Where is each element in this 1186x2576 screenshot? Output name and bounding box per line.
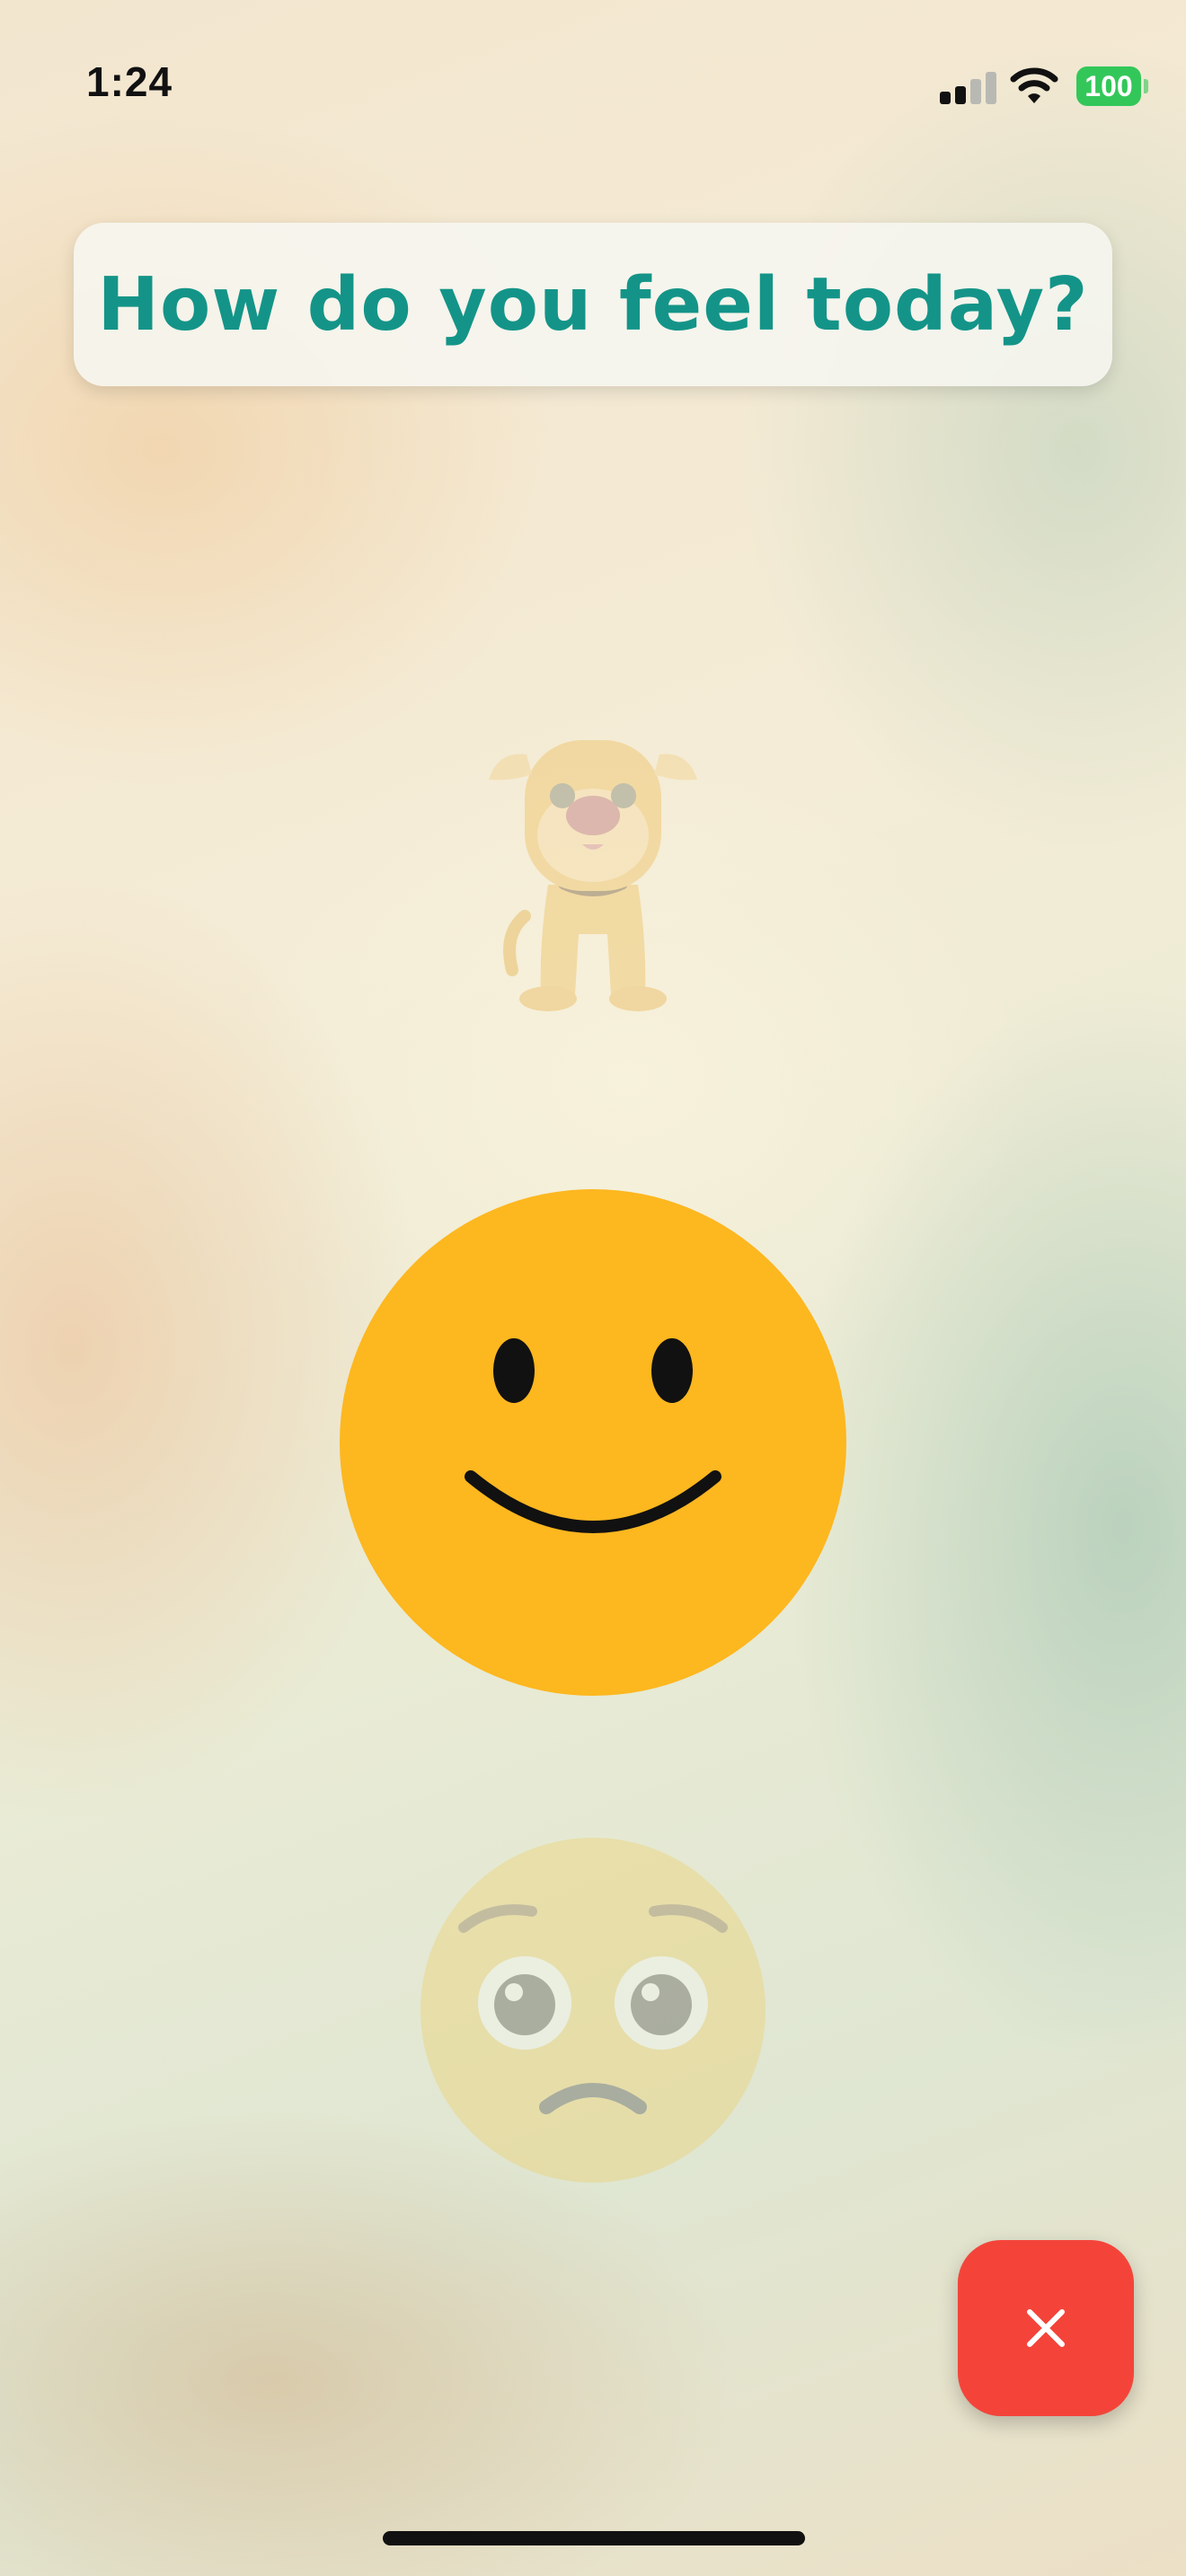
worried-face-option[interactable] (420, 1838, 766, 2183)
status-bar: 1:24 100 (0, 0, 1186, 171)
close-button[interactable] (958, 2240, 1134, 2416)
close-icon (1027, 2309, 1065, 2347)
happy-face-option[interactable] (340, 1189, 846, 1696)
battery-cap (1144, 79, 1148, 93)
wifi-icon (1010, 67, 1058, 103)
status-time: 1:24 (86, 58, 173, 105)
battery-icon: 100 (1076, 66, 1148, 106)
cellular-signal-icon (940, 72, 997, 104)
dog-mascot-option[interactable] (485, 710, 701, 1024)
home-indicator[interactable] (383, 2531, 805, 2545)
question-card: How do you feel today? (74, 223, 1112, 386)
battery-level: 100 (1076, 66, 1141, 106)
page-title: How do you feel today? (97, 261, 1089, 348)
